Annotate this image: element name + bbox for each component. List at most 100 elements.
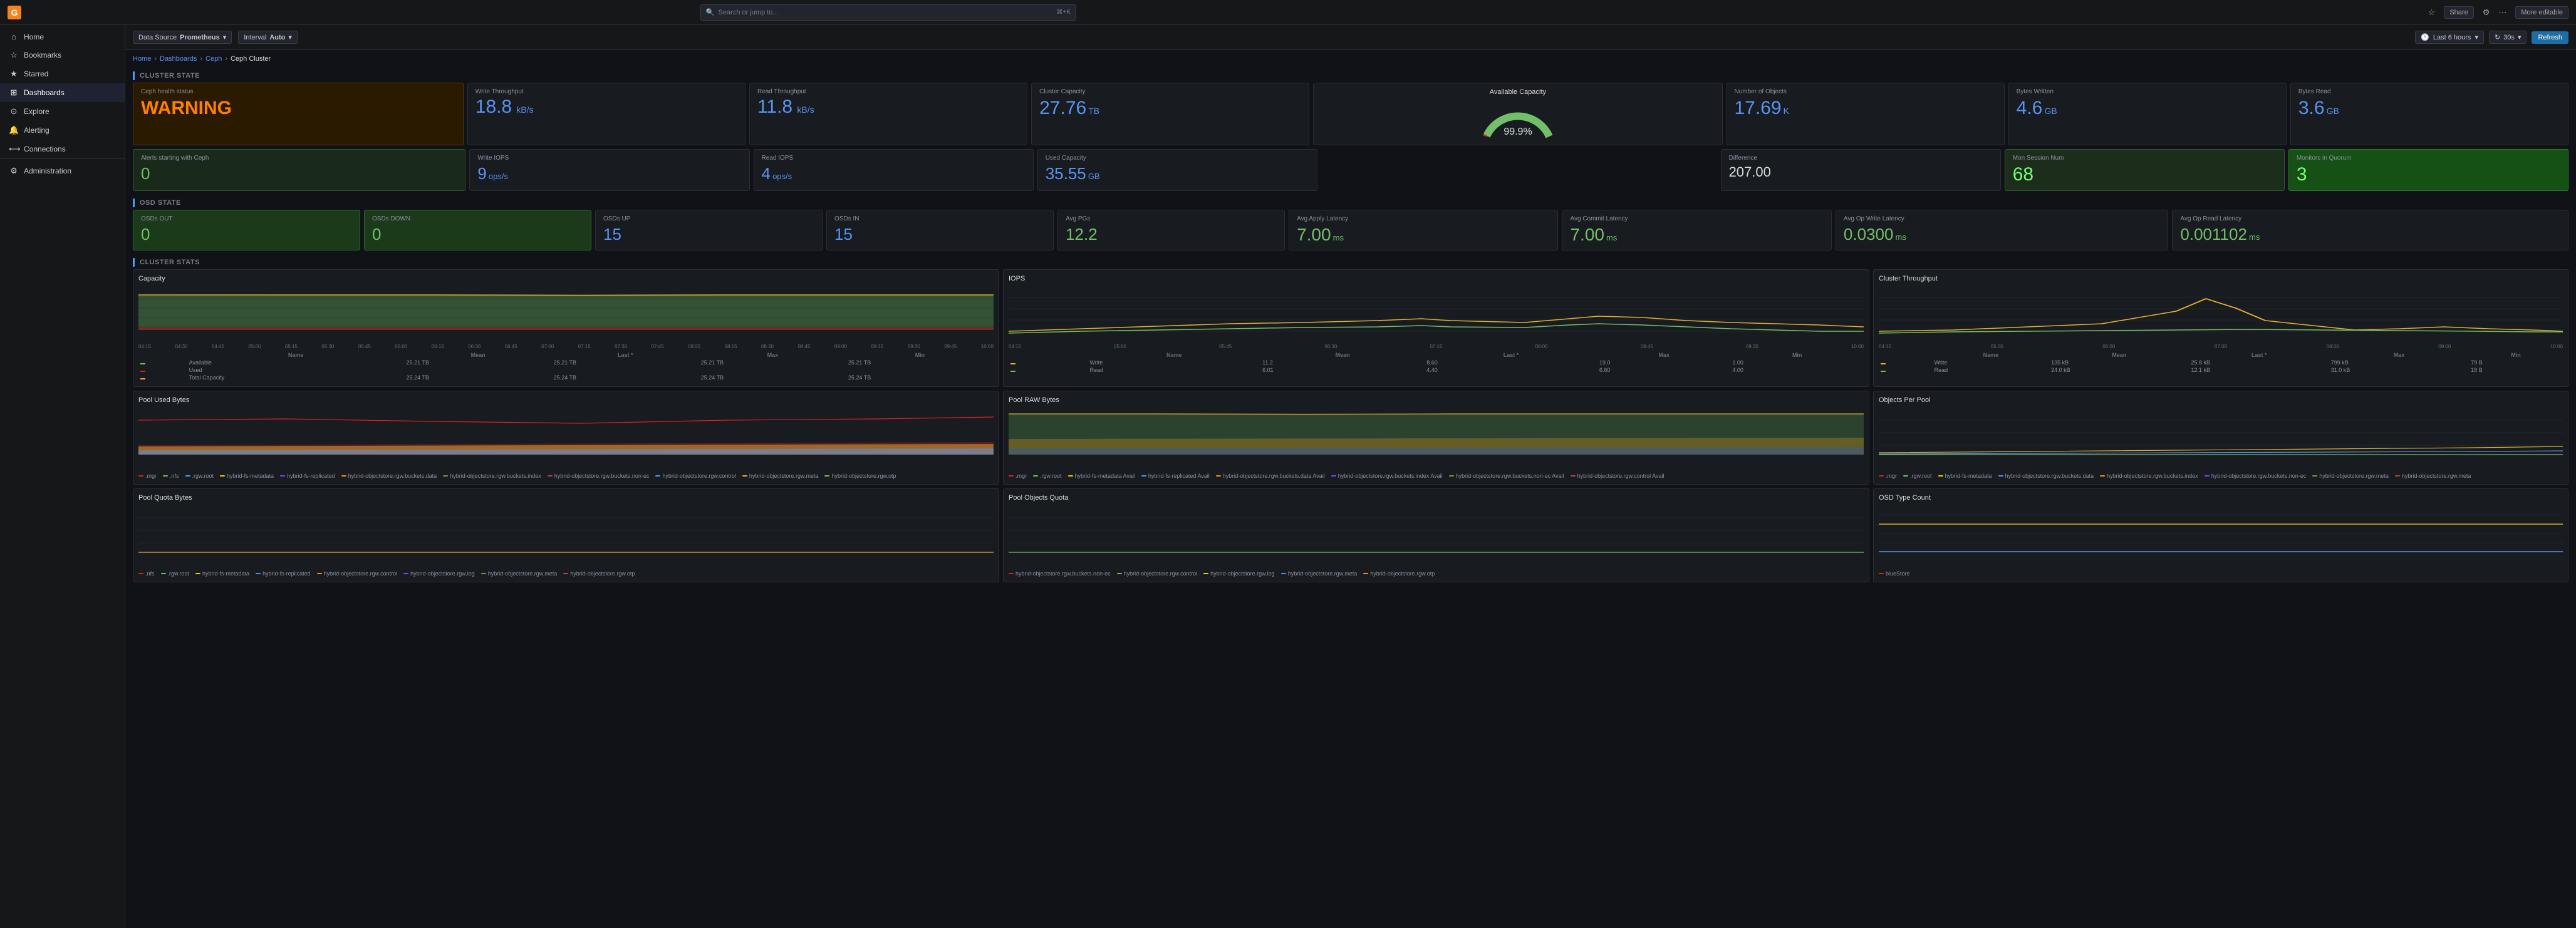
sidebar-item-connections[interactable]: ⟷ Connections [0, 140, 125, 158]
iops-chart-card: IOPS [1003, 269, 1869, 387]
objects-per-pool-title: Objects Per Pool [1879, 396, 2563, 404]
sidebar-item-home[interactable]: ⌂ Home [0, 28, 125, 46]
datasource-label: Data Source [138, 34, 177, 41]
osds-in-value: 15 [834, 225, 1046, 244]
avg-op-read-latency-card: Avg Op Read Latency 0.001102 ms [2172, 210, 2568, 250]
breadcrumb-home[interactable]: Home [133, 55, 151, 63]
bookmarks-icon: ☆ [9, 50, 19, 60]
sidebar-item-label: Dashboards [24, 88, 65, 97]
avg-op-write-latency-unit: ms [1895, 232, 1906, 242]
avg-apply-latency-label: Avg Apply Latency [1297, 215, 1550, 222]
bytes-read-card: Bytes Read 3.6 GB [2290, 83, 2568, 145]
sidebar-item-label: Connections [24, 145, 66, 153]
sidebar: ⌂ Home ☆ Bookmarks ★ Starred ⊞ Dashboard… [0, 25, 125, 928]
num-objects-value: 17.69 K [1735, 98, 1997, 119]
health-value: WARNING [141, 98, 455, 119]
gauge-spacer [1321, 149, 1717, 191]
cluster-capacity-unit: TB [1088, 106, 1099, 116]
refresh-interval-btn[interactable]: ↻ 30s ▾ [2489, 31, 2527, 44]
sidebar-item-dashboards[interactable]: ⊞ Dashboards [0, 83, 125, 102]
svg-text:99.9%: 99.9% [1504, 126, 1532, 137]
alerting-icon: 🔔 [9, 125, 19, 135]
sidebar-item-alerting[interactable]: 🔔 Alerting [0, 121, 125, 140]
used-capacity-unit: GB [1088, 172, 1100, 181]
avg-op-read-latency-value: 0.001102 ms [2180, 225, 2560, 244]
avg-op-write-latency-value: 0.0300 ms [1844, 225, 2161, 244]
datasource-selector[interactable]: Data Source Prometheus ▾ [133, 31, 232, 44]
charts-row2: Pool Used Bytes .mgr .nfs .rgw.root [133, 391, 2568, 485]
search-icon: 🔍 [706, 8, 715, 16]
datasource-value: Prometheus [180, 34, 220, 41]
chevron-down-icon: ▾ [2475, 33, 2478, 41]
osds-down-value: 0 [372, 225, 583, 244]
sidebar-item-explore[interactable]: ⊙ Explore [0, 102, 125, 121]
capacity-chart-card: Capacity [133, 269, 999, 387]
bytes-written-value: 4.6 GB [2017, 98, 2278, 119]
more-icon[interactable]: ⋯ [2498, 8, 2506, 18]
sidebar-item-label: Explore [24, 107, 49, 116]
pool-used-bytes-card: Pool Used Bytes .mgr .nfs .rgw.root [133, 391, 999, 485]
dashboard-content: CLUSTER STATE Ceph health status WARNING… [125, 68, 2576, 594]
read-iops-value: 4 ops/s [762, 164, 1026, 183]
star-icon[interactable]: ☆ [2428, 8, 2436, 18]
write-throughput-unit: kB/s [516, 105, 533, 115]
osd-type-count-title: OSD Type Count [1879, 494, 2563, 502]
mon-session-value: 68 [2013, 164, 2277, 185]
pool-objects-quota-legend: hybrid-objectstore.rgw.buckets.non-ec hy… [1009, 570, 1864, 577]
avg-commit-latency-label: Avg Commit Latency [1570, 215, 1823, 222]
bytes-written-card: Bytes Written 4.6 GB [2008, 83, 2287, 145]
dashboards-icon: ⊞ [9, 88, 19, 98]
search-placeholder: Search or jump to... [719, 9, 779, 16]
read-iops-label: Read IOPS [762, 155, 1026, 162]
iops-chart-area: 04:1505:0005:4506:3007:1508:0008:4509:30… [1009, 286, 1864, 349]
bytes-written-label: Bytes Written [2017, 88, 2278, 95]
breadcrumb: Home › Dashboards › Ceph › Ceph Cluster [125, 50, 2576, 68]
osds-up-value: 15 [603, 225, 814, 244]
cluster-capacity-value: 27.76 TB [1039, 98, 1301, 119]
monitors-quorum-label: Monitors in Quorum [2297, 155, 2560, 162]
avg-op-read-latency-label: Avg Op Read Latency [2180, 215, 2560, 222]
used-capacity-card: Used Capacity 35.55 GB [1037, 149, 1317, 191]
osd-state-title: OSD STATE [140, 199, 181, 207]
admin-icon: ⚙ [9, 166, 19, 176]
interval-selector[interactable]: Interval Auto ▾ [238, 31, 298, 44]
time-range-picker[interactable]: 🕐 Last 6 hours ▾ [2415, 31, 2484, 44]
sidebar-item-starred[interactable]: ★ Starred [0, 64, 125, 83]
avg-commit-latency-unit: ms [1606, 233, 1617, 242]
health-label: Ceph health status [141, 88, 455, 95]
interval-label: Interval [244, 34, 266, 41]
more-editable[interactable]: More editable [2515, 6, 2568, 19]
sidebar-item-administration[interactable]: ⚙ Administration [0, 162, 125, 180]
sidebar-item-label: Bookmarks [24, 51, 61, 59]
breadcrumb-ceph[interactable]: Ceph [205, 55, 222, 63]
main-layout: ⌂ Home ☆ Bookmarks ★ Starred ⊞ Dashboard… [0, 25, 2576, 928]
sidebar-item-bookmarks[interactable]: ☆ Bookmarks [0, 46, 125, 64]
pool-used-legend: .mgr .nfs .rgw.root hybrid-fs-metadata h… [138, 473, 994, 479]
interval-value: Auto [269, 34, 285, 41]
breadcrumb-current: Ceph Cluster [231, 55, 271, 63]
osds-down-card: OSDs DOWN 0 [364, 210, 591, 250]
share-button[interactable]: Share [2444, 6, 2473, 19]
pool-objects-quota-area [1009, 505, 1864, 568]
alerts-label: Alerts starting with Ceph [141, 155, 457, 162]
mon-session-card: Mon Session Num 68 [2005, 149, 2285, 191]
breadcrumb-dashboards[interactable]: Dashboards [160, 55, 197, 63]
refresh-interval-value: 30s [2503, 34, 2515, 41]
osds-in-card: OSDs IN 15 [826, 210, 1054, 250]
charts-row3: Pool Quota Bytes .nfs .rgw.root hybrid-f… [133, 488, 2568, 582]
avg-commit-latency-card: Avg Commit Latency 7.00 ms [1562, 210, 1831, 250]
pool-quota-bytes-legend: .nfs .rgw.root hybrid-fs-metadata hybrid… [138, 570, 994, 577]
settings-icon[interactable]: ⚙ [2483, 8, 2490, 18]
read-iops-unit: ops/s [772, 172, 792, 181]
search-bar[interactable]: 🔍 Search or jump to... ⌘+K [700, 4, 1076, 21]
pool-quota-bytes-card: Pool Quota Bytes .nfs .rgw.root hybrid-f… [133, 488, 999, 582]
refresh-button[interactable]: Refresh [2532, 31, 2568, 44]
cluster-throughput-chart-area: 04:1505:0006:0007:0008:0009:0010:00 [1879, 286, 2563, 349]
capacity-chart-title: Capacity [138, 275, 994, 282]
avg-apply-latency-card: Avg Apply Latency 7.00 ms [1289, 210, 1558, 250]
difference-label: Difference [1729, 155, 1993, 162]
avg-op-read-latency-unit: ms [2249, 232, 2260, 242]
bytes-read-unit: GB [2327, 106, 2339, 116]
write-iops-label: Write IOPS [477, 155, 741, 162]
osd-type-count-legend: blueStore [1879, 570, 2563, 577]
